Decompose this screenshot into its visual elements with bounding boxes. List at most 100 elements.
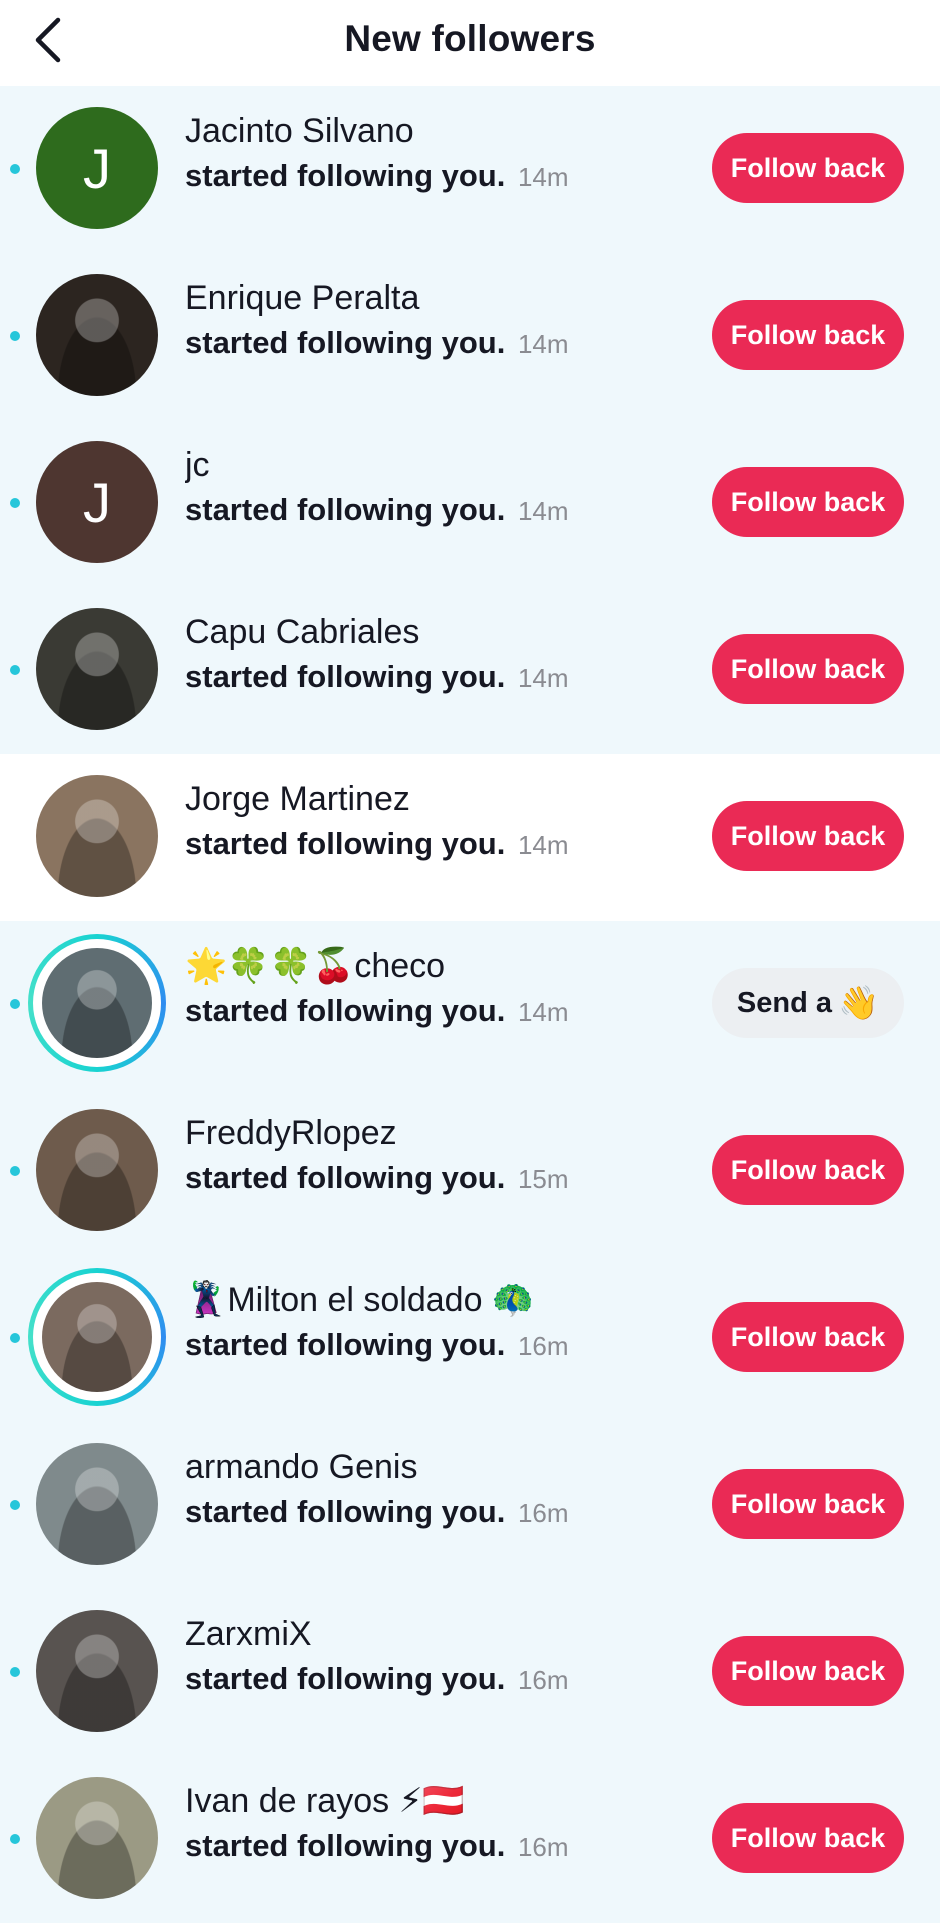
activity-line: started following you. 16m	[185, 1490, 725, 1535]
notification-text: Jacinto Silvano started following you. 14…	[185, 108, 725, 199]
avatar[interactable]	[42, 1282, 152, 1392]
activity-line: started following you. 14m	[185, 655, 725, 700]
follow-back-button[interactable]: Follow back	[712, 1636, 904, 1706]
unread-dot	[10, 498, 20, 508]
unread-dot	[10, 999, 20, 1009]
follower-row[interactable]: Enrique Peralta started following you. 14…	[0, 253, 940, 420]
avatar[interactable]	[36, 775, 158, 897]
follower-row[interactable]: 🌟🍀🍀🍒checo started following you. 14m Send …	[0, 921, 940, 1088]
username[interactable]: 🦹Milton el soldado 🦚	[185, 1277, 725, 1323]
notification-text: Capu Cabriales started following you. 14m	[185, 609, 725, 700]
avatar[interactable]	[36, 1777, 158, 1899]
avatar-container[interactable]: J	[36, 107, 158, 229]
follower-row[interactable]: J Jacinto Silvano started following you. 1…	[0, 86, 940, 253]
follow-back-button[interactable]: Follow back	[712, 1803, 904, 1873]
timestamp: 14m	[517, 329, 569, 359]
follower-row[interactable]: FreddyRlopez started following you. 15m Fo…	[0, 1088, 940, 1255]
follower-row[interactable]: armando Genis started following you. 16m F…	[0, 1422, 940, 1589]
follower-row[interactable]: Capu Cabriales started following you. 14m…	[0, 587, 940, 754]
timestamp: 16m	[517, 1498, 569, 1528]
unread-dot	[10, 164, 20, 174]
unread-dot	[10, 1667, 20, 1677]
username[interactable]: jc	[185, 442, 725, 488]
username[interactable]: 🌟🍀🍀🍒checo	[185, 943, 725, 989]
activity-text: started following you.	[185, 826, 506, 861]
followers-list: J Jacinto Silvano started following you. 1…	[0, 86, 940, 1923]
activity-text: started following you.	[185, 492, 506, 527]
follow-back-button[interactable]: Follow back	[712, 801, 904, 871]
timestamp: 14m	[517, 162, 569, 192]
follower-row[interactable]: ZarxmiX started following you. 16m Follow …	[0, 1589, 940, 1756]
avatar-container[interactable]	[36, 608, 158, 730]
notification-text: armando Genis started following you. 16m	[185, 1444, 725, 1535]
waving-hand-icon: 👋	[838, 983, 880, 1021]
notification-text: FreddyRlopez started following you. 15m	[185, 1110, 725, 1201]
timestamp: 15m	[517, 1164, 569, 1194]
send-wave-button[interactable]: Send a 👋	[712, 968, 904, 1038]
follower-row[interactable]: Ivan de rayos ⚡🇦🇹 started following you. …	[0, 1756, 940, 1923]
activity-line: started following you. 15m	[185, 1156, 725, 1201]
follow-back-button[interactable]: Follow back	[712, 1135, 904, 1205]
username[interactable]: Capu Cabriales	[185, 609, 725, 655]
activity-line: started following you. 14m	[185, 488, 725, 533]
avatar-container[interactable]: J	[36, 441, 158, 563]
username[interactable]: ZarxmiX	[185, 1611, 725, 1657]
avatar-container[interactable]	[36, 775, 158, 897]
username[interactable]: Enrique Peralta	[185, 275, 725, 321]
activity-line: started following you. 14m	[185, 154, 725, 199]
avatar-container[interactable]	[36, 1610, 158, 1732]
activity-text: started following you.	[185, 993, 506, 1028]
avatar-container[interactable]	[36, 274, 158, 396]
follow-back-button[interactable]: Follow back	[712, 467, 904, 537]
unread-dot	[10, 1500, 20, 1510]
avatar-container[interactable]	[36, 1443, 158, 1565]
unread-dot	[10, 1166, 20, 1176]
notification-text: Enrique Peralta started following you. 14…	[185, 275, 725, 366]
avatar-initial: J	[83, 470, 111, 534]
avatar[interactable]: J	[36, 107, 158, 229]
activity-text: started following you.	[185, 1828, 506, 1863]
follow-back-button[interactable]: Follow back	[712, 300, 904, 370]
follower-row[interactable]: Jorge Martinez started following you. 14m…	[0, 754, 940, 921]
avatar[interactable]: J	[36, 441, 158, 563]
avatar[interactable]	[36, 608, 158, 730]
activity-text: started following you.	[185, 1327, 506, 1362]
username[interactable]: armando Genis	[185, 1444, 725, 1490]
avatar[interactable]	[36, 1109, 158, 1231]
avatar[interactable]	[42, 948, 152, 1058]
notification-text: ZarxmiX started following you. 16m	[185, 1611, 725, 1702]
follow-back-button[interactable]: Follow back	[712, 1302, 904, 1372]
timestamp: 14m	[517, 663, 569, 693]
avatar[interactable]	[36, 1610, 158, 1732]
notification-text: Jorge Martinez started following you. 14m	[185, 776, 725, 867]
story-ring-avatar[interactable]	[28, 934, 166, 1072]
timestamp: 16m	[517, 1832, 569, 1862]
unread-dot	[10, 331, 20, 341]
avatar[interactable]	[36, 274, 158, 396]
avatar-container[interactable]	[36, 1109, 158, 1231]
username[interactable]: Jorge Martinez	[185, 776, 725, 822]
follow-back-button[interactable]: Follow back	[712, 133, 904, 203]
unread-dot	[10, 1333, 20, 1343]
top-bar: New followers	[0, 0, 940, 86]
activity-line: started following you. 14m	[185, 321, 725, 366]
timestamp: 14m	[517, 830, 569, 860]
username[interactable]: Jacinto Silvano	[185, 108, 725, 154]
activity-line: started following you. 14m	[185, 822, 725, 867]
avatar-container[interactable]	[36, 1777, 158, 1899]
follower-row[interactable]: Jjc started following you. 14m Follow back	[0, 420, 940, 587]
follow-back-button[interactable]: Follow back	[712, 1469, 904, 1539]
timestamp: 16m	[517, 1665, 569, 1695]
activity-text: started following you.	[185, 1494, 506, 1529]
avatar[interactable]	[36, 1443, 158, 1565]
story-ring-avatar[interactable]	[28, 1268, 166, 1406]
timestamp: 16m	[517, 1331, 569, 1361]
username[interactable]: Ivan de rayos ⚡🇦🇹	[185, 1778, 725, 1824]
username[interactable]: FreddyRlopez	[185, 1110, 725, 1156]
follow-back-button[interactable]: Follow back	[712, 634, 904, 704]
follower-row[interactable]: 🦹Milton el soldado 🦚 started following yo…	[0, 1255, 940, 1422]
activity-text: started following you.	[185, 1661, 506, 1696]
activity-text: started following you.	[185, 1160, 506, 1195]
timestamp: 14m	[517, 496, 569, 526]
activity-line: started following you. 16m	[185, 1824, 725, 1869]
